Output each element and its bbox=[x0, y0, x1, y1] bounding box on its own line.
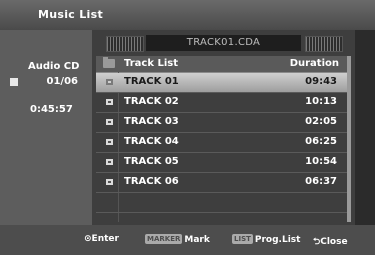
source-label: Audio CD bbox=[28, 61, 80, 72]
track-name: TRACK 02 bbox=[124, 96, 179, 107]
track-icon bbox=[106, 179, 113, 185]
track-row[interactable]: TRACK 01 09:43 bbox=[96, 73, 347, 93]
now-playing-file: TRACK01.CDA bbox=[146, 35, 301, 51]
track-duration: 09:43 bbox=[305, 76, 337, 87]
empty-row bbox=[96, 193, 347, 213]
track-name: TRACK 01 bbox=[124, 76, 179, 87]
footer-hints: ⊙Enter MARKER Mark LIST Prog.List ⮌Close bbox=[0, 225, 375, 255]
mark-hint: MARKER Mark bbox=[145, 234, 210, 245]
track-row[interactable]: TRACK 03 02:05 bbox=[96, 113, 347, 133]
enter-hint: ⊙Enter bbox=[84, 234, 119, 244]
track-name: TRACK 04 bbox=[124, 136, 179, 147]
prog-list-label: Prog.List bbox=[254, 235, 301, 245]
track-count: 01/06 bbox=[46, 76, 78, 87]
track-name: TRACK 05 bbox=[124, 156, 179, 167]
track-duration: 06:37 bbox=[305, 176, 337, 187]
track-list-panel: TRACK01.CDA Track List Duration TRACK 01… bbox=[92, 30, 355, 233]
track-duration: 06:25 bbox=[305, 136, 337, 147]
track-icon bbox=[106, 79, 113, 85]
track-name: TRACK 03 bbox=[124, 116, 179, 127]
track-row[interactable]: TRACK 05 10:54 bbox=[96, 153, 347, 173]
track-duration: 02:05 bbox=[305, 116, 337, 127]
cd-icon bbox=[10, 78, 18, 86]
scrollbar-thumb[interactable] bbox=[347, 56, 351, 222]
music-list-screen: Music List Audio CD 01/06 0:45:57 TRACK0… bbox=[0, 0, 375, 255]
grill-icon bbox=[305, 36, 343, 52]
mark-label: Mark bbox=[184, 235, 210, 245]
now-playing-strip: TRACK01.CDA bbox=[92, 30, 355, 54]
enter-label: Enter bbox=[91, 234, 119, 244]
header-duration: Duration bbox=[289, 58, 339, 69]
track-name: TRACK 06 bbox=[124, 176, 179, 187]
prog-list-hint: LIST Prog.List bbox=[232, 234, 300, 245]
track-icon bbox=[106, 139, 113, 145]
close-hint: ⮌Close bbox=[313, 234, 348, 250]
title-bar: Music List bbox=[0, 0, 375, 30]
header-track-list: Track List bbox=[124, 58, 178, 69]
grill-icon bbox=[106, 36, 144, 52]
track-row[interactable]: TRACK 06 06:37 bbox=[96, 173, 347, 193]
total-time: 0:45:57 bbox=[30, 104, 73, 115]
folder-icon bbox=[103, 57, 115, 68]
track-row[interactable]: TRACK 04 06:25 bbox=[96, 133, 347, 153]
track-row[interactable]: TRACK 02 10:13 bbox=[96, 93, 347, 113]
track-duration: 10:13 bbox=[305, 96, 337, 107]
enter-icon: ⊙ bbox=[84, 234, 92, 244]
track-icon bbox=[106, 159, 113, 165]
list-key: LIST bbox=[232, 234, 253, 244]
scrollbar[interactable] bbox=[347, 56, 351, 222]
track-icon bbox=[106, 119, 113, 125]
marker-key: MARKER bbox=[145, 234, 183, 244]
track-duration: 10:54 bbox=[305, 156, 337, 167]
list-header: Track List Duration bbox=[96, 56, 347, 73]
left-info-panel: Audio CD 01/06 0:45:57 bbox=[0, 30, 92, 225]
track-list: TRACK 01 09:43 TRACK 02 10:13 TRACK 03 0… bbox=[96, 73, 347, 233]
track-icon bbox=[106, 99, 113, 105]
close-label: Close bbox=[320, 237, 348, 247]
screen-title: Music List bbox=[38, 8, 104, 21]
